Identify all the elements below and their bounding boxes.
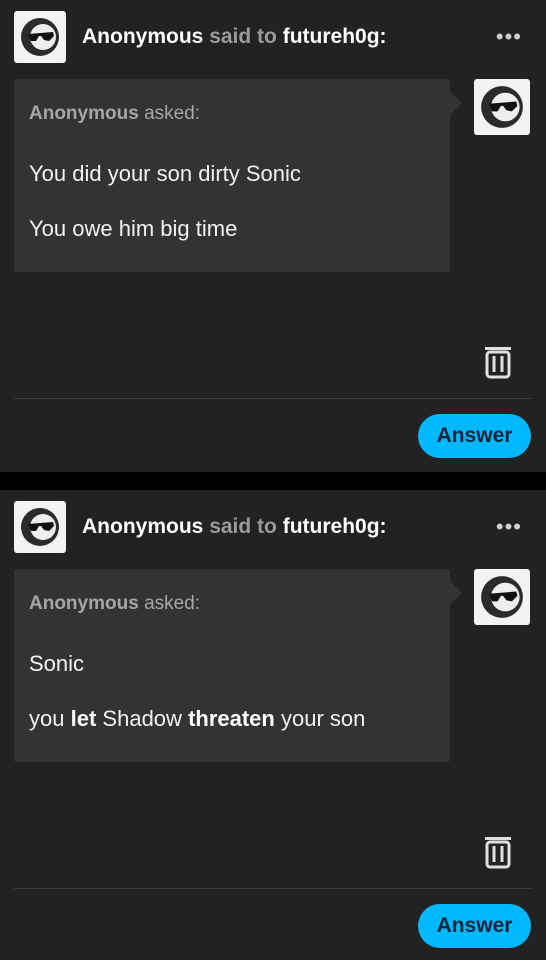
sender-name[interactable]: Anonymous (82, 25, 203, 48)
ask-card: Anonymous said to futureh0g: ••• Anonymo… (0, 490, 546, 960)
question-bubble: Anonymous asked: Sonic you let Shadow th… (14, 569, 462, 762)
more-dots-icon[interactable]: ••• (496, 516, 522, 538)
recipient-name[interactable]: futureh0g: (283, 25, 387, 48)
question-line: You did your son dirty Sonic (29, 161, 301, 186)
ask-card: Anonymous said to futureh0g: ••• Anonymo… (0, 0, 546, 472)
trash-icon[interactable] (484, 835, 512, 869)
divider (14, 398, 532, 399)
said-to-text: said to (209, 25, 277, 48)
answer-button[interactable]: Answer (418, 904, 531, 948)
asker-name: Anonymous (29, 593, 139, 614)
recipient-name[interactable]: futureh0g: (283, 515, 387, 538)
sender-name[interactable]: Anonymous (82, 515, 203, 538)
avatar[interactable] (14, 501, 66, 553)
question-line: Sonic (29, 651, 85, 676)
question-line: you let Shadow threaten your son (29, 706, 366, 731)
avatar[interactable] (14, 11, 66, 63)
asked-label: Anonymous asked: (29, 103, 201, 124)
trash-icon[interactable] (484, 345, 512, 379)
sunglasses-avatar-icon (21, 18, 59, 56)
sunglasses-avatar-icon (481, 576, 523, 618)
avatar[interactable] (474, 569, 530, 625)
ask-header: Anonymous said to futureh0g: (82, 512, 387, 542)
question-line: You owe him big time (29, 216, 238, 241)
asker-name: Anonymous (29, 103, 139, 124)
ask-header: Anonymous said to futureh0g: (82, 22, 387, 52)
more-dots-icon[interactable]: ••• (496, 26, 522, 48)
question-bubble: Anonymous asked: You did your son dirty … (14, 79, 462, 272)
avatar[interactable] (474, 79, 530, 135)
answer-button[interactable]: Answer (418, 414, 531, 458)
said-to-text: said to (209, 515, 277, 538)
divider (14, 888, 532, 889)
sunglasses-avatar-icon (21, 508, 59, 546)
sunglasses-avatar-icon (481, 86, 523, 128)
asked-label: Anonymous asked: (29, 593, 201, 614)
